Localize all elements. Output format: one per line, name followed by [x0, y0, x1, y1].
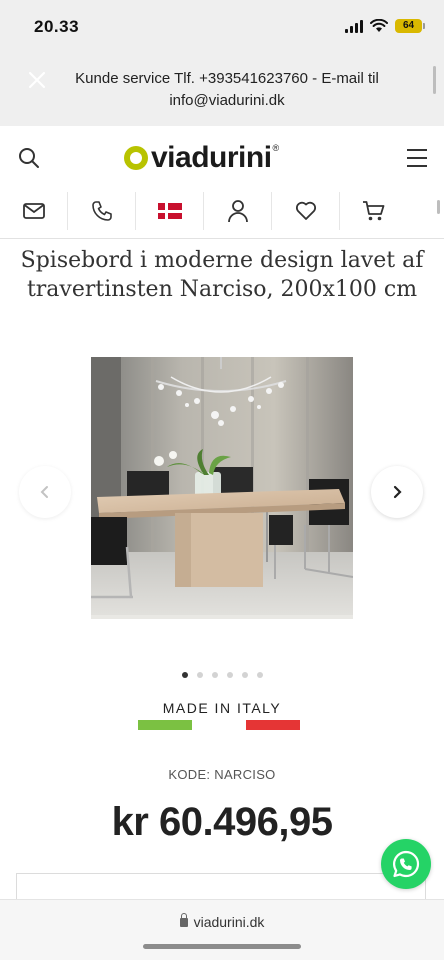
chevron-left-icon: [40, 486, 48, 498]
user-icon: [227, 200, 248, 223]
header-divider: [0, 238, 444, 239]
product-image[interactable]: [91, 357, 353, 619]
wifi-icon: [370, 19, 388, 32]
url-text: viadurini.dk: [193, 914, 265, 930]
hamburger-menu-icon[interactable]: [407, 149, 427, 167]
mail-button[interactable]: [0, 192, 68, 230]
cart-icon: [363, 201, 385, 221]
denmark-flag-icon: [157, 203, 182, 219]
italy-flag-red-bar: [246, 720, 300, 730]
product-photo: [91, 357, 353, 619]
close-icon[interactable]: [26, 69, 48, 91]
gallery-prev-button[interactable]: [19, 466, 71, 518]
account-button[interactable]: [204, 192, 272, 230]
product-code: KODE: NARCISO: [168, 767, 276, 782]
cart-button[interactable]: [340, 192, 408, 230]
gallery-next-button[interactable]: [371, 466, 423, 518]
language-button[interactable]: [136, 192, 204, 230]
status-time: 20.33: [34, 17, 80, 36]
gallery-dot[interactable]: [211, 672, 218, 678]
logo-mark-icon: [124, 146, 148, 170]
address-bar-url[interactable]: viadurini.dk: [0, 913, 444, 930]
product-title: Spisebord i moderne design lavet af trav…: [20, 248, 424, 302]
logo-text: viadurini: [151, 141, 272, 174]
search-icon[interactable]: [17, 146, 41, 170]
product-price: kr 60.496,95: [111, 800, 333, 844]
status-icons: 64: [345, 19, 425, 33]
announcement-text: Kunde service Tlf. +393541623760 - E-mai…: [75, 70, 379, 109]
site-logo[interactable]: viadurini ®: [124, 140, 279, 176]
made-in-italy-label: MADE IN ITALY: [162, 700, 282, 716]
gallery-dot[interactable]: [241, 672, 248, 678]
gallery-pagination: [0, 672, 444, 678]
italy-flag-green-bar: [138, 720, 192, 730]
gallery-dot[interactable]: [226, 672, 233, 678]
gallery-dot[interactable]: [196, 672, 203, 678]
chevron-right-icon: [393, 485, 402, 499]
cellular-signal-icon: [345, 19, 363, 33]
wishlist-button[interactable]: [272, 192, 340, 230]
home-indicator[interactable]: [143, 944, 301, 949]
logo-registered-mark: ®: [272, 143, 280, 153]
whatsapp-icon: [393, 850, 420, 878]
phone-button[interactable]: [68, 192, 136, 230]
shortcut-icon-row: [0, 192, 444, 230]
scrollbar: [433, 66, 436, 94]
status-bar: 20.33 64: [0, 0, 444, 58]
whatsapp-button[interactable]: [381, 839, 431, 889]
lock-icon: [179, 913, 188, 927]
gallery-dot[interactable]: [256, 672, 263, 678]
gallery-dot[interactable]: [181, 672, 188, 678]
battery-indicator: 64: [395, 19, 425, 33]
phone-icon: [91, 201, 112, 221]
mail-icon: [22, 203, 45, 219]
scrollbar: [437, 200, 440, 214]
heart-icon: [295, 201, 316, 220]
